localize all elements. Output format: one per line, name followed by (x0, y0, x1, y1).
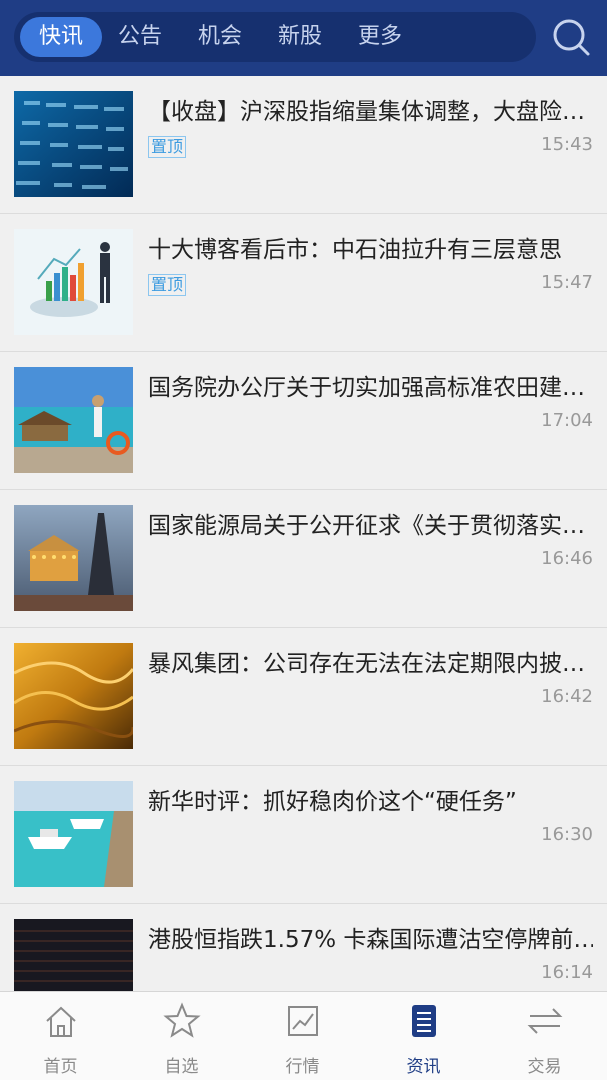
nav-label: 首页 (43, 1057, 78, 1077)
news-time: 16:14 (541, 962, 593, 983)
news-time: 16:46 (541, 548, 593, 569)
beach-image (14, 367, 133, 473)
news-item[interactable]: 暴风集团：公司存在无法在法定期限内披… 16:42 (0, 628, 607, 766)
tab-gonggao[interactable]: 公告 (102, 17, 178, 57)
business-chart-image (14, 229, 133, 335)
top-tab-bar: 快讯 公告 机会 新股 更多 (14, 12, 536, 62)
tab-kuaixun[interactable]: 快讯 (20, 17, 102, 57)
news-title: 国务院办公厅关于切实加强高标准农田建… (148, 375, 585, 401)
tab-gengduo[interactable]: 更多 (342, 17, 418, 57)
exchange-icon (526, 1002, 564, 1040)
news-item[interactable]: 国务院办公厅关于切实加强高标准农田建… 17:04 (0, 352, 607, 490)
chart-icon (284, 1002, 322, 1040)
desert-image (14, 643, 133, 749)
news-title: 国家能源局关于公开征求《关于贯彻落实… (148, 513, 585, 539)
news-item[interactable]: 国家能源局关于公开征求《关于贯彻落实… 16:46 (0, 490, 607, 628)
news-item[interactable]: 【收盘】沪深股指缩量集体调整，大盘险… 置顶 15:43 (0, 76, 607, 214)
home-icon (42, 1002, 80, 1040)
search-icon[interactable] (550, 16, 594, 60)
top-header: 快讯 公告 机会 新股 更多 (0, 0, 607, 76)
boats-image (14, 781, 133, 887)
news-title: 暴风集团：公司存在无法在法定期限内披… (148, 651, 585, 677)
tab-jihui[interactable]: 机会 (182, 17, 258, 57)
news-time: 15:47 (541, 272, 593, 293)
dark-grid-image (14, 919, 133, 991)
nav-label: 行情 (285, 1057, 320, 1077)
nav-label: 自选 (164, 1057, 199, 1077)
nav-trade[interactable]: 交易 (484, 992, 605, 1080)
star-icon (163, 1002, 201, 1040)
nav-label: 资讯 (406, 1057, 441, 1077)
stock-board-image (14, 91, 133, 197)
news-time: 16:42 (541, 686, 593, 707)
news-title: 【收盘】沪深股指缩量集体调整，大盘险… (148, 99, 585, 125)
news-icon (405, 1002, 443, 1040)
pinned-badge: 置顶 (148, 136, 187, 158)
news-item[interactable]: 新华时评：抓好稳肉价这个“硬任务” 16:30 (0, 766, 607, 904)
news-item[interactable]: 十大博客看后市：中石油拉升有三层意思 置顶 15:47 (0, 214, 607, 352)
news-time: 15:43 (541, 134, 593, 155)
news-time: 16:30 (541, 824, 593, 845)
tab-xingu[interactable]: 新股 (262, 17, 338, 57)
nav-label: 交易 (527, 1057, 562, 1077)
news-time: 17:04 (541, 410, 593, 431)
paris-carousel-image (14, 505, 133, 611)
nav-home[interactable]: 首页 (0, 992, 121, 1080)
pinned-badge: 置顶 (148, 274, 187, 296)
news-title: 新华时评：抓好稳肉价这个“硬任务” (148, 789, 517, 815)
nav-watchlist[interactable]: 自选 (121, 992, 242, 1080)
news-item[interactable]: 港股恒指跌1.57% 卡森国际遭沽空停牌前… 16:14 (0, 904, 607, 991)
nav-news[interactable]: 资讯 (363, 992, 484, 1080)
news-title: 港股恒指跌1.57% 卡森国际遭沽空停牌前… (148, 927, 593, 953)
news-list: 【收盘】沪深股指缩量集体调整，大盘险… 置顶 15:43 十大博客看后市：中石油… (0, 76, 607, 991)
bottom-nav: 首页 自选 行情 资讯 交易 (0, 991, 607, 1080)
news-title: 十大博客看后市：中石油拉升有三层意思 (148, 237, 562, 263)
nav-market[interactable]: 行情 (242, 992, 363, 1080)
